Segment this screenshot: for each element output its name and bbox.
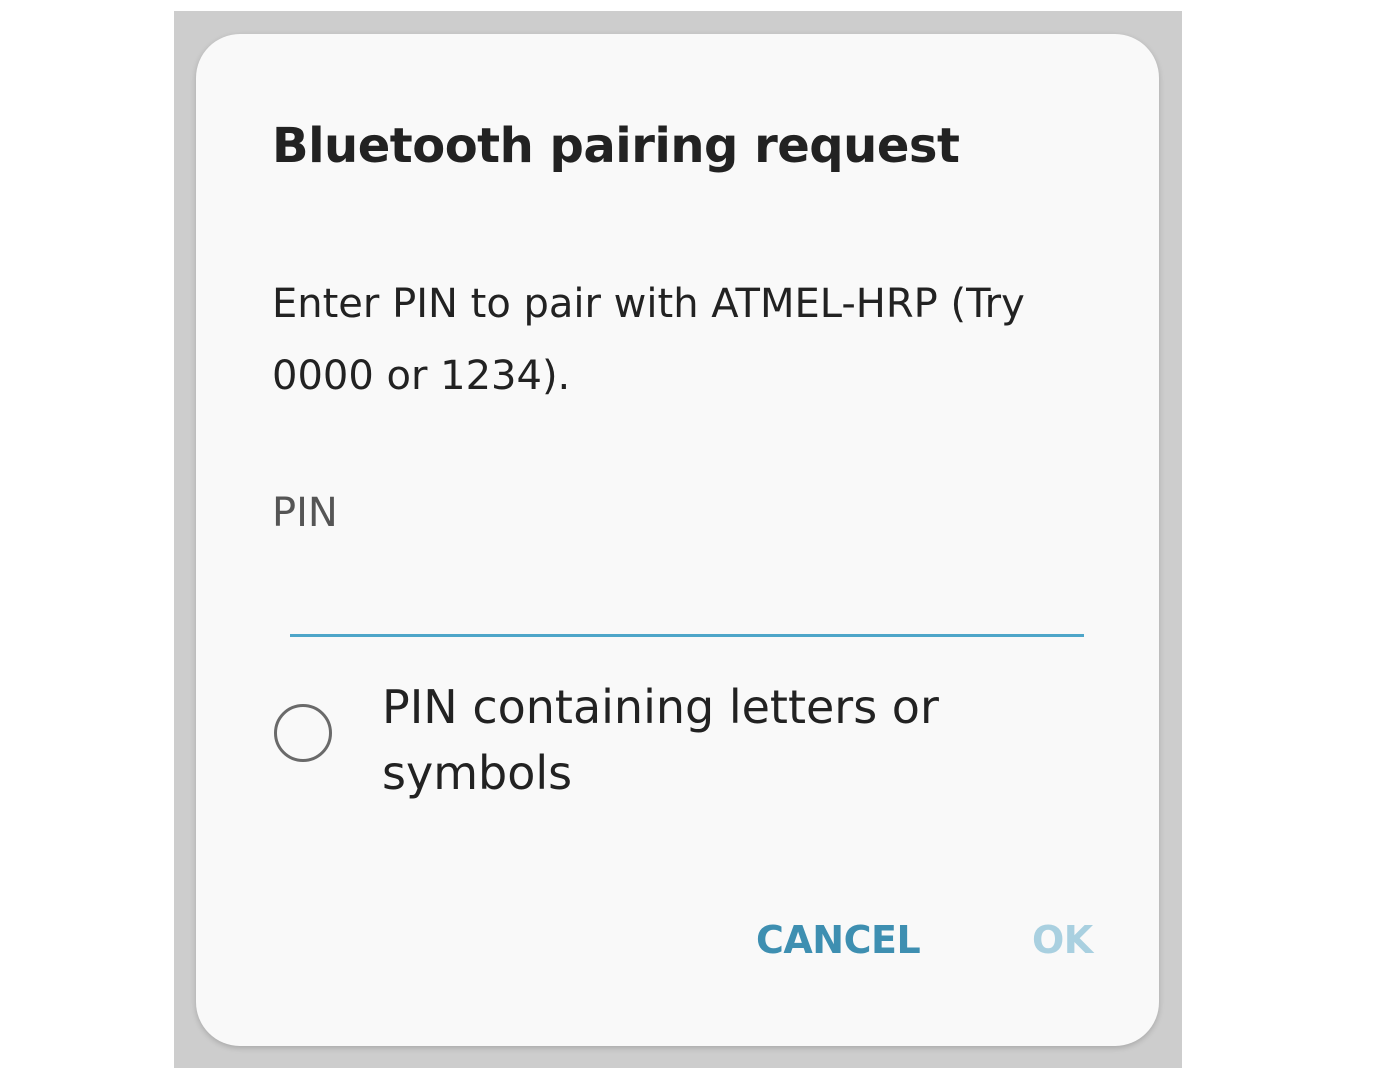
pin-input[interactable] xyxy=(290,574,1084,637)
letters-symbols-label[interactable]: PIN containing letters or symbols xyxy=(382,674,1082,806)
ok-button[interactable]: OK xyxy=(1032,918,1093,962)
letters-symbols-radio[interactable] xyxy=(274,704,332,762)
bluetooth-pairing-dialog: Bluetooth pairing request Enter PIN to p… xyxy=(196,34,1159,1046)
cancel-button[interactable]: CANCEL xyxy=(756,918,921,962)
dialog-message: Enter PIN to pair with ATMEL-HRP (Try 00… xyxy=(272,281,1025,399)
pin-field-label: PIN xyxy=(272,490,338,536)
dialog-title: Bluetooth pairing request xyxy=(272,118,960,174)
